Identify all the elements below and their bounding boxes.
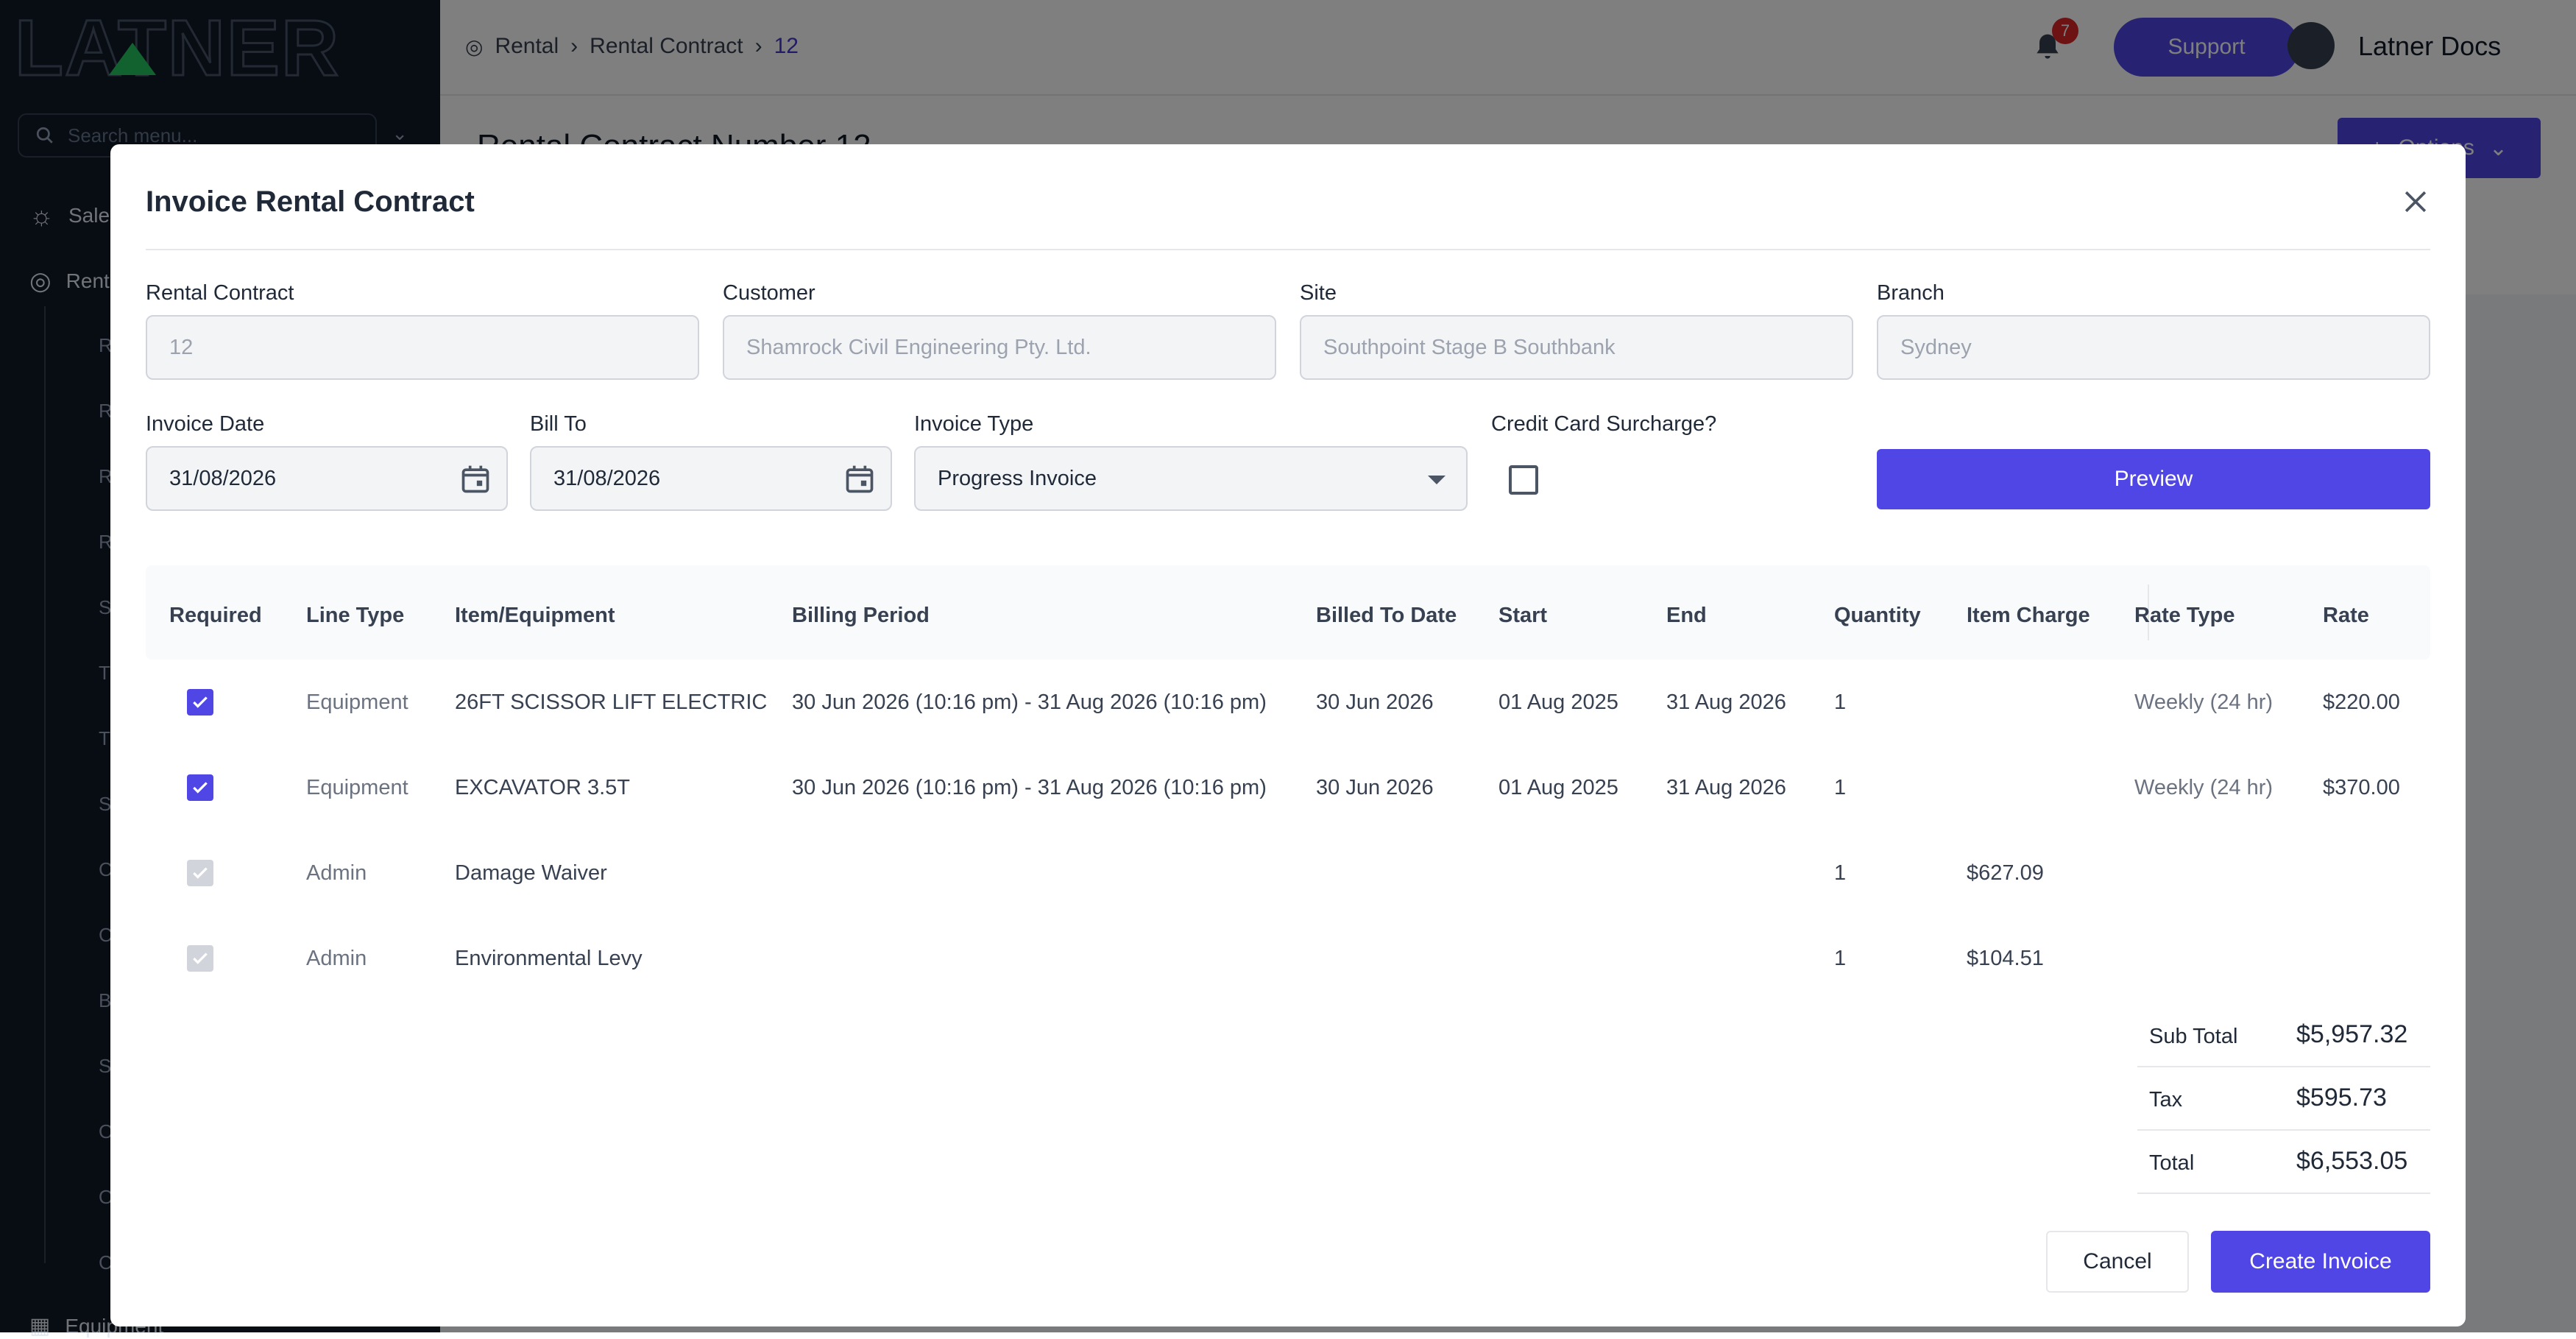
cell-end: 31 Aug 2026	[1666, 690, 1786, 715]
invoice-type-select[interactable]: Progress Invoice	[914, 446, 1468, 511]
col-billed-to-date[interactable]: Billed To Date	[1316, 604, 1457, 628]
col-line-type[interactable]: Line Type	[306, 604, 404, 628]
cell-rate: $370.00	[2323, 776, 2400, 800]
branch-value: Sydney	[1900, 336, 1972, 360]
cell-start: 01 Aug 2025	[1498, 776, 1618, 800]
cell-start: 01 Aug 2025	[1498, 690, 1618, 715]
site-value: Southpoint Stage B Southbank	[1323, 336, 1616, 360]
cell-end: 31 Aug 2026	[1666, 776, 1786, 800]
caret-down-icon	[1428, 476, 1446, 484]
tax-value: $595.73	[2296, 1084, 2387, 1112]
col-rate-type[interactable]: Rate Type	[2134, 604, 2234, 628]
cell-qty: 1	[1834, 690, 1846, 715]
rental-contract-value: 12	[169, 336, 193, 360]
bill-to-label: Bill To	[530, 412, 587, 437]
check-icon	[191, 949, 210, 968]
cell-period: 30 Jun 2026 (10:16 pm) - 31 Aug 2026 (10…	[792, 690, 1267, 715]
cell-line-type: Equipment	[306, 690, 408, 715]
invoice-type-value: Progress Invoice	[938, 467, 1097, 491]
table-row: Admin Environmental Levy 1 $104.51	[146, 917, 2430, 1003]
cell-rate-type: Weekly (24 hr)	[2134, 776, 2273, 800]
subtotal-label: Sub Total	[2149, 1025, 2237, 1049]
divider	[146, 249, 2430, 250]
cell-item: Environmental Levy	[455, 947, 643, 971]
rental-contract-field: 12	[146, 315, 699, 380]
cell-item: Damage Waiver	[455, 861, 607, 886]
col-item[interactable]: Item/Equipment	[455, 604, 615, 628]
preview-button[interactable]: Preview	[1877, 449, 2430, 509]
check-icon	[191, 778, 210, 797]
required-checkbox[interactable]	[187, 689, 213, 716]
modal-title: Invoice Rental Contract	[146, 186, 475, 219]
bill-to-value: 31/08/2026	[553, 467, 660, 491]
cell-rate: $220.00	[2323, 690, 2400, 715]
total-label: Total	[2149, 1151, 2194, 1176]
surcharge-checkbox[interactable]	[1509, 465, 1538, 495]
invoice-date-field[interactable]: 31/08/2026	[146, 446, 508, 511]
tax-row: Tax $595.73	[2137, 1067, 2430, 1131]
cell-rate-type: Weekly (24 hr)	[2134, 690, 2273, 715]
col-rate[interactable]: Rate	[2323, 604, 2369, 628]
close-icon[interactable]	[2399, 186, 2432, 218]
table-row: Equipment EXCAVATOR 3.5T 30 Jun 2026 (10…	[146, 746, 2430, 832]
check-icon	[191, 863, 210, 883]
cell-qty: 1	[1834, 776, 1846, 800]
invoice-type-label: Invoice Type	[914, 412, 1033, 437]
total-row: Total $6,553.05	[2137, 1131, 2430, 1194]
check-icon	[191, 693, 210, 712]
col-start[interactable]: Start	[1498, 604, 1547, 628]
customer-field: Shamrock Civil Engineering Pty. Ltd.	[723, 315, 1276, 380]
required-checkbox[interactable]	[187, 774, 213, 801]
tax-label: Tax	[2149, 1088, 2182, 1112]
create-invoice-button[interactable]: Create Invoice	[2211, 1231, 2430, 1293]
branch-label: Branch	[1877, 281, 1945, 305]
cell-qty: 1	[1834, 947, 1846, 971]
bill-to-field[interactable]: 31/08/2026	[530, 446, 892, 511]
cell-line-type: Admin	[306, 947, 367, 971]
calendar-icon[interactable]	[843, 462, 876, 496]
site-field: Southpoint Stage B Southbank	[1300, 315, 1853, 380]
cell-period: 30 Jun 2026 (10:16 pm) - 31 Aug 2026 (10…	[792, 776, 1267, 800]
col-required[interactable]: Required	[169, 604, 262, 628]
total-value: $6,553.05	[2296, 1147, 2407, 1176]
col-end[interactable]: End	[1666, 604, 1707, 628]
cell-line-type: Equipment	[306, 776, 408, 800]
cell-item: EXCAVATOR 3.5T	[455, 776, 630, 800]
cell-billed: 30 Jun 2026	[1316, 776, 1434, 800]
cell-billed: 30 Jun 2026	[1316, 690, 1434, 715]
required-checkbox-disabled	[187, 945, 213, 972]
cell-item: 26FT SCISSOR LIFT ELECTRIC	[455, 690, 767, 715]
invoice-date-value: 31/08/2026	[169, 467, 276, 491]
cell-qty: 1	[1834, 861, 1846, 886]
col-billing-period[interactable]: Billing Period	[792, 604, 930, 628]
surcharge-label: Credit Card Surcharge?	[1491, 412, 1716, 437]
cell-charge: $627.09	[1967, 861, 2044, 886]
subtotal-value: $5,957.32	[2296, 1020, 2407, 1049]
branch-field: Sydney	[1877, 315, 2430, 380]
table-row: Equipment 26FT SCISSOR LIFT ELECTRIC 30 …	[146, 661, 2430, 746]
table-header: Required Line Type Item/Equipment Billin…	[146, 565, 2430, 660]
cancel-button[interactable]: Cancel	[2046, 1231, 2189, 1293]
invoice-date-label: Invoice Date	[146, 412, 264, 437]
rental-contract-label: Rental Contract	[146, 281, 294, 305]
cell-charge: $104.51	[1967, 947, 2044, 971]
site-label: Site	[1300, 281, 1337, 305]
required-checkbox-disabled	[187, 860, 213, 886]
col-item-charge[interactable]: Item Charge	[1967, 604, 2090, 628]
invoice-modal: Invoice Rental Contract Rental Contract …	[110, 144, 2466, 1326]
customer-value: Shamrock Civil Engineering Pty. Ltd.	[746, 336, 1091, 360]
calendar-icon[interactable]	[459, 462, 492, 496]
col-quantity[interactable]: Quantity	[1834, 604, 1921, 628]
table-row: Admin Damage Waiver 1 $627.09	[146, 832, 2430, 917]
subtotal-row: Sub Total $5,957.32	[2137, 1004, 2430, 1067]
customer-label: Customer	[723, 281, 815, 305]
cell-line-type: Admin	[306, 861, 367, 886]
